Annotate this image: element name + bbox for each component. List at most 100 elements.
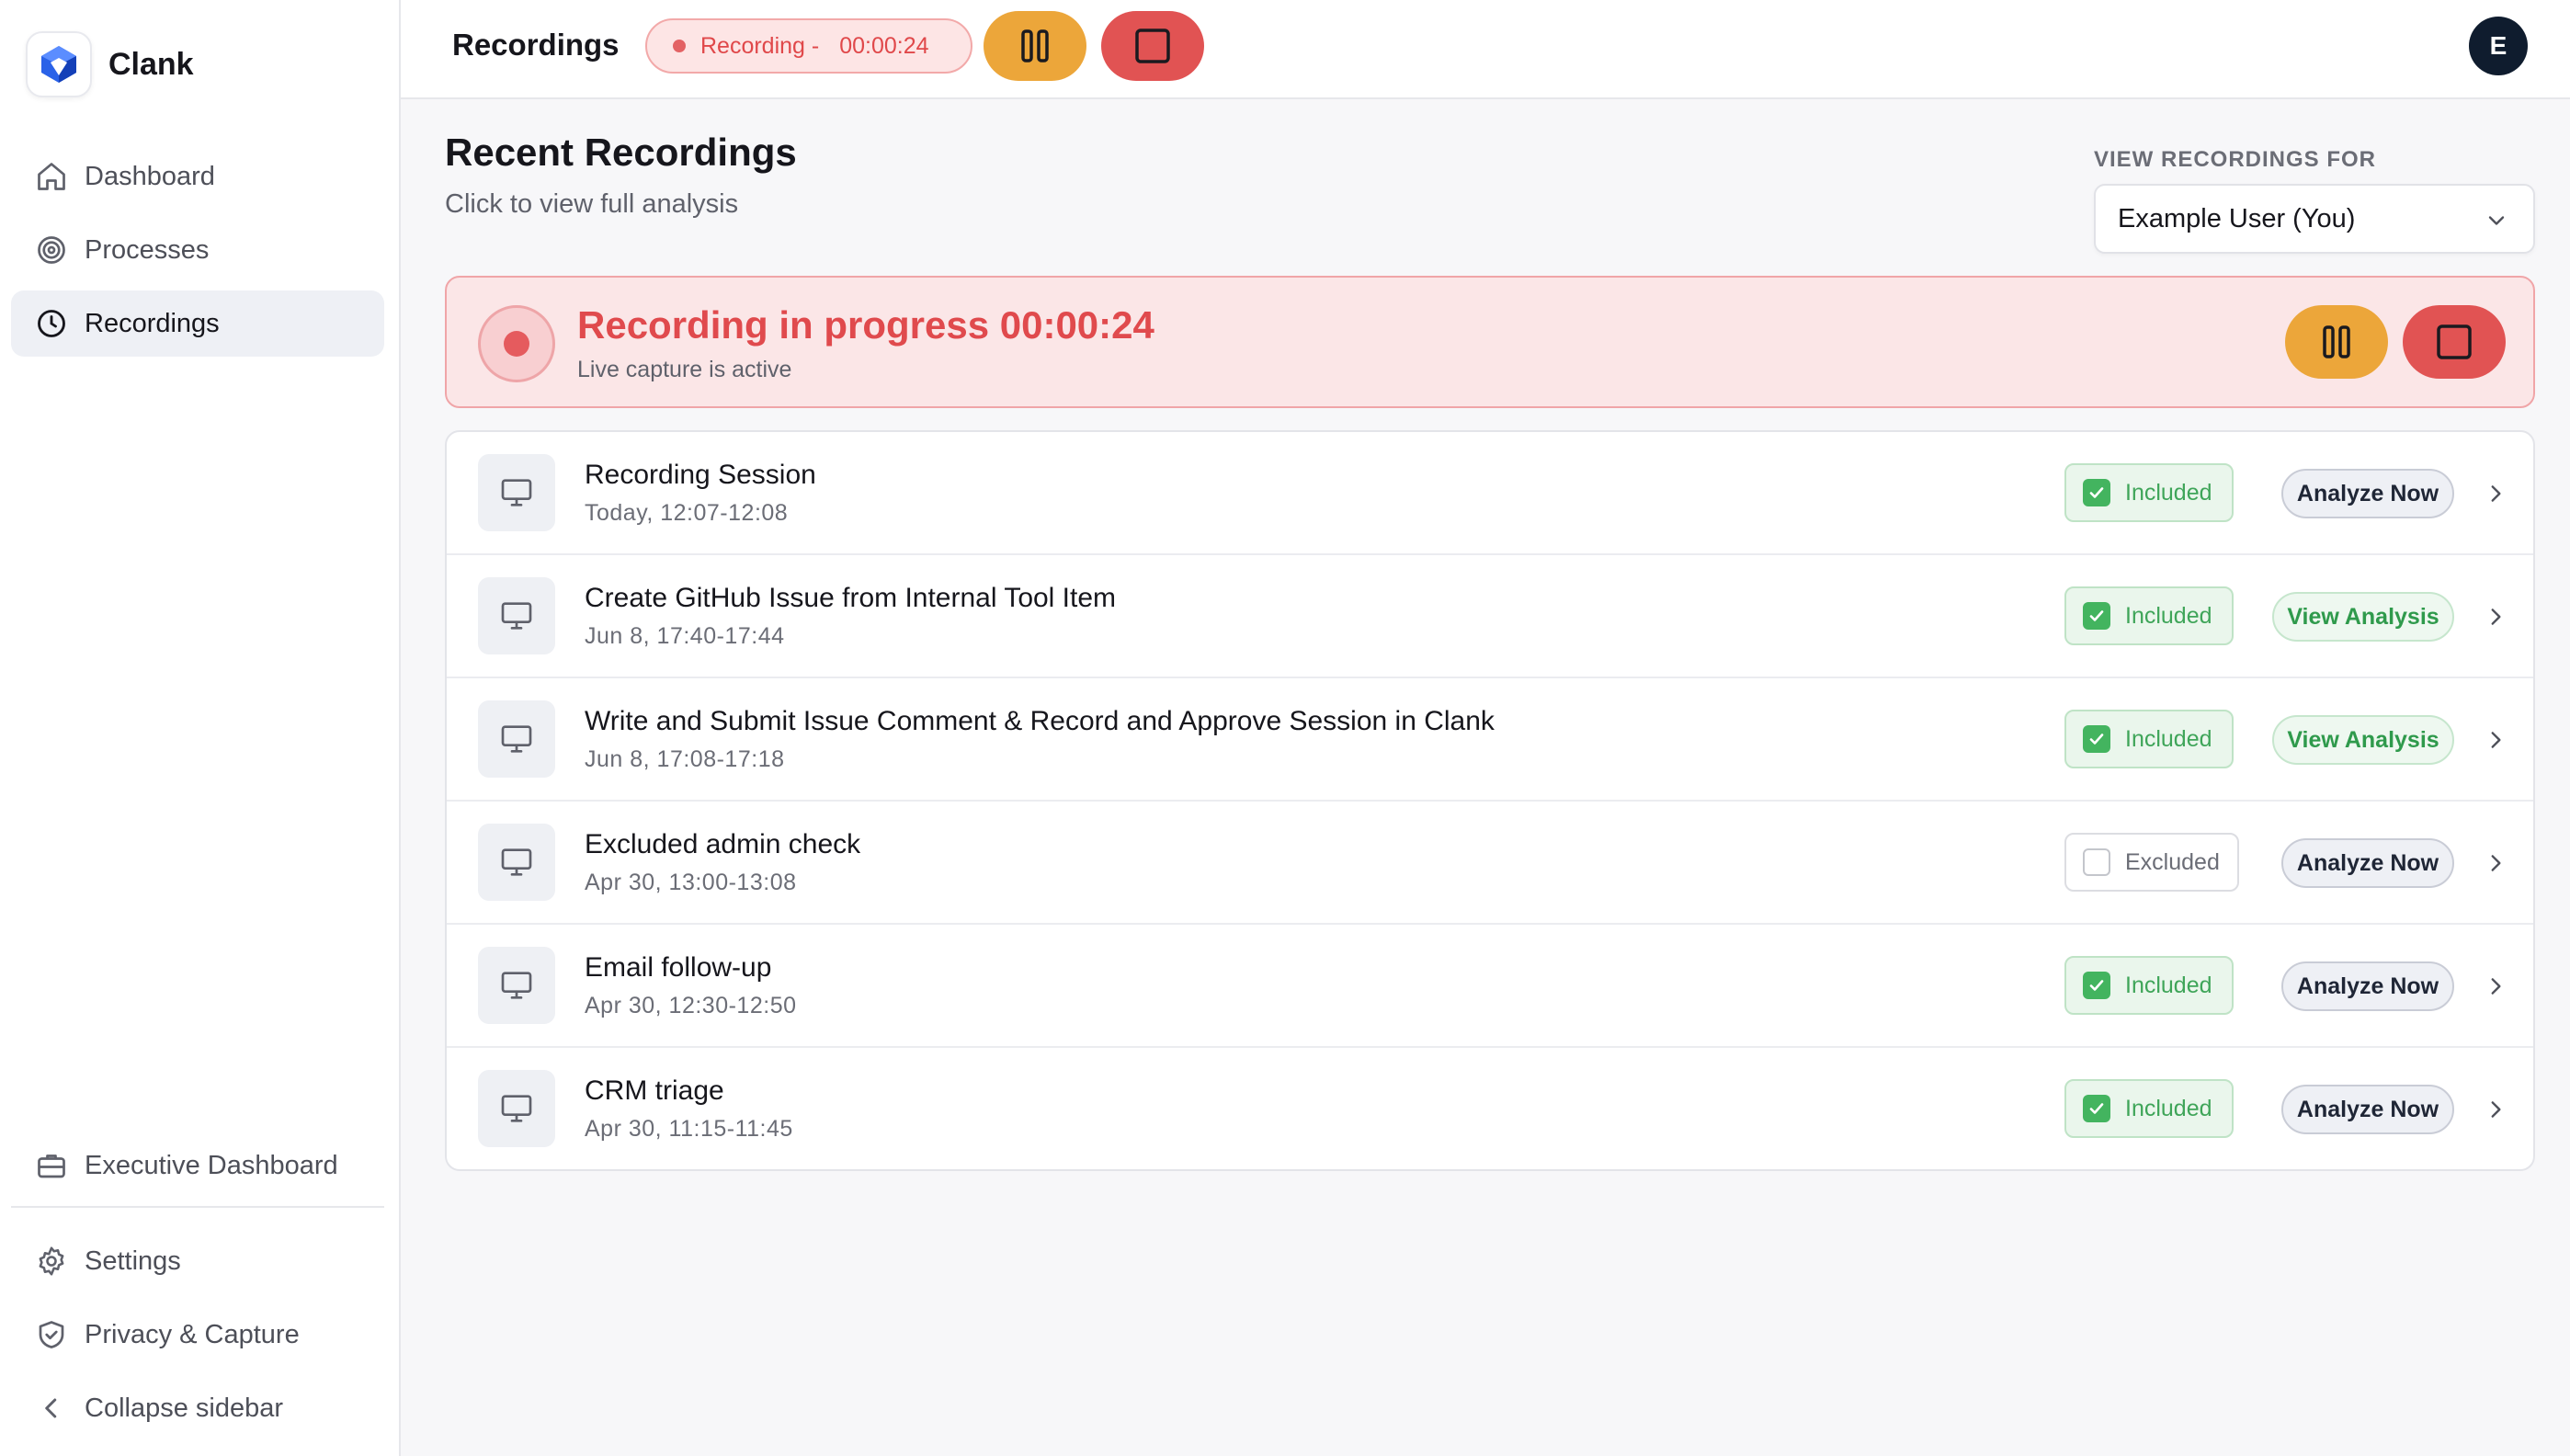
include-toggle[interactable]: Included	[2064, 956, 2234, 1015]
checkbox-unchecked-icon	[2083, 848, 2110, 876]
analyze-now-button[interactable]: Analyze Now	[2281, 469, 2454, 518]
recording-label: Recording -	[700, 32, 820, 59]
checkbox-checked-icon	[2083, 1095, 2110, 1122]
filter-label: VIEW RECORDINGS FOR	[2094, 147, 2377, 172]
gear-icon	[39, 1246, 64, 1276]
topbar: Recordings Recording - 00:00:24 E	[401, 0, 2570, 99]
sidebar-item-processes[interactable]: Processes	[11, 217, 384, 283]
include-toggle[interactable]: Excluded	[2064, 833, 2239, 892]
monitor-icon	[478, 824, 555, 901]
monitor-icon	[478, 700, 555, 778]
view-analysis-button[interactable]: View Analysis	[2272, 715, 2454, 765]
sidebar-item-settings[interactable]: Settings	[11, 1228, 384, 1294]
sidebar-item-label: Executive Dashboard	[85, 1150, 338, 1180]
clank-logo-icon	[26, 31, 92, 97]
briefcase-icon	[38, 1155, 65, 1178]
banner-pause-button[interactable]	[2285, 305, 2388, 379]
recording-date: Apr 30, 13:00-13:08	[585, 870, 797, 895]
chevron-right-icon	[2491, 732, 2501, 748]
banner-subtitle: Live capture is active	[577, 357, 792, 382]
sidebar-item-label: Dashboard	[85, 161, 215, 191]
collapse-sidebar-button[interactable]: Collapse sidebar	[11, 1375, 384, 1441]
chevron-right-icon	[2491, 978, 2501, 995]
user-filter-select[interactable]: Example User (You)	[2094, 184, 2535, 254]
list-item[interactable]: Write and Submit Issue Comment & Record …	[447, 678, 2533, 802]
sidebar-item-privacy-capture[interactable]: Privacy & Capture	[11, 1302, 384, 1368]
stop-icon	[2437, 324, 2472, 359]
checkbox-checked-icon	[2083, 972, 2110, 999]
include-toggle[interactable]: Included	[2064, 1079, 2234, 1138]
recording-date: Apr 30, 12:30-12:50	[585, 993, 797, 1018]
brand[interactable]: Clank	[26, 31, 194, 97]
chevron-left-icon	[45, 1398, 57, 1418]
monitor-icon	[478, 947, 555, 1024]
recording-title: Create GitHub Issue from Internal Tool I…	[585, 583, 1117, 613]
sidebar-item-recordings[interactable]: Recordings	[11, 290, 384, 357]
chevron-right-icon	[2491, 609, 2501, 625]
checkbox-checked-icon	[2083, 479, 2110, 506]
include-toggle[interactable]: Included	[2064, 463, 2234, 522]
pause-icon	[2323, 325, 2350, 358]
monitor-icon	[478, 454, 555, 531]
status-label: Included	[2125, 725, 2212, 752]
list-item[interactable]: Recording Session Today, 12:07-12:08 Inc…	[447, 432, 2533, 555]
pause-recording-button[interactable]	[984, 11, 1086, 81]
include-toggle[interactable]: Included	[2064, 586, 2234, 645]
sidebar-divider	[11, 1206, 384, 1208]
home-icon	[38, 163, 65, 190]
recording-dot-icon	[673, 40, 686, 52]
chevron-right-icon	[2491, 1101, 2501, 1118]
sidebar-item-dashboard[interactable]: Dashboard	[11, 143, 384, 210]
status-label: Included	[2125, 602, 2212, 629]
checkbox-checked-icon	[2083, 725, 2110, 753]
avatar[interactable]: E	[2469, 17, 2528, 75]
page-header-title: Recordings	[452, 28, 620, 62]
recording-title: Recording Session	[585, 460, 816, 490]
recording-status-pill[interactable]: Recording - 00:00:24	[645, 18, 972, 74]
recording-title: Write and Submit Issue Comment & Record …	[585, 706, 1495, 736]
monitor-icon	[478, 1070, 555, 1147]
clock-icon	[38, 310, 65, 337]
analyze-now-button[interactable]: Analyze Now	[2281, 838, 2454, 888]
chevron-right-icon	[2491, 855, 2501, 871]
checkbox-checked-icon	[2083, 602, 2110, 630]
sidebar-item-label: Privacy & Capture	[85, 1319, 300, 1349]
status-label: Included	[2125, 972, 2212, 998]
analyze-now-button[interactable]: Analyze Now	[2281, 961, 2454, 1011]
monitor-icon	[478, 577, 555, 654]
sidebar-nav: Dashboard Processes Recordings	[11, 143, 384, 364]
sidebar: Clank Dashboard Processes Recordings Exe…	[0, 0, 401, 1456]
list-item[interactable]: Excluded admin check Apr 30, 13:00-13:08…	[447, 802, 2533, 925]
list-item[interactable]: Create GitHub Issue from Internal Tool I…	[447, 555, 2533, 678]
shield-icon	[39, 1321, 64, 1348]
status-label: Excluded	[2125, 848, 2220, 875]
page-title: Recent Recordings	[445, 131, 797, 174]
record-icon	[478, 305, 555, 382]
recording-title: Email follow-up	[585, 952, 772, 983]
recording-date: Apr 30, 11:15-11:45	[585, 1116, 793, 1142]
sidebar-item-executive-dashboard[interactable]: Executive Dashboard	[11, 1132, 384, 1199]
list-item[interactable]: Email follow-up Apr 30, 12:30-12:50 Incl…	[447, 925, 2533, 1048]
recording-date: Jun 8, 17:08-17:18	[585, 746, 785, 772]
recording-title: Excluded admin check	[585, 829, 861, 859]
app-name: Clank	[108, 46, 194, 82]
stop-recording-button[interactable]	[1101, 11, 1204, 81]
sidebar-item-label: Processes	[85, 234, 210, 265]
sidebar-item-label: Settings	[85, 1246, 181, 1276]
sidebar-item-label: Recordings	[85, 308, 220, 338]
recording-in-progress-banner: Recording in progress 00:00:24 Live capt…	[445, 276, 2535, 408]
sidebar-bottom-nav: Executive Dashboard Settings Privacy & C…	[11, 1132, 384, 1449]
view-analysis-button[interactable]: View Analysis	[2272, 592, 2454, 642]
recordings-list: Recording Session Today, 12:07-12:08 Inc…	[445, 430, 2535, 1171]
stop-icon	[1135, 28, 1170, 63]
chevron-down-icon	[2488, 216, 2505, 225]
sidebar-item-label: Collapse sidebar	[85, 1393, 284, 1423]
status-label: Included	[2125, 479, 2212, 506]
analyze-now-button[interactable]: Analyze Now	[2281, 1085, 2454, 1134]
banner-title: Recording in progress 00:00:24	[577, 303, 1154, 347]
banner-stop-button[interactable]	[2403, 305, 2506, 379]
page-subtitle: Click to view full analysis	[445, 189, 739, 219]
user-filter-value: Example User (You)	[2118, 203, 2356, 233]
include-toggle[interactable]: Included	[2064, 710, 2234, 768]
list-item[interactable]: CRM triage Apr 30, 11:15-11:45 Included …	[447, 1048, 2533, 1169]
